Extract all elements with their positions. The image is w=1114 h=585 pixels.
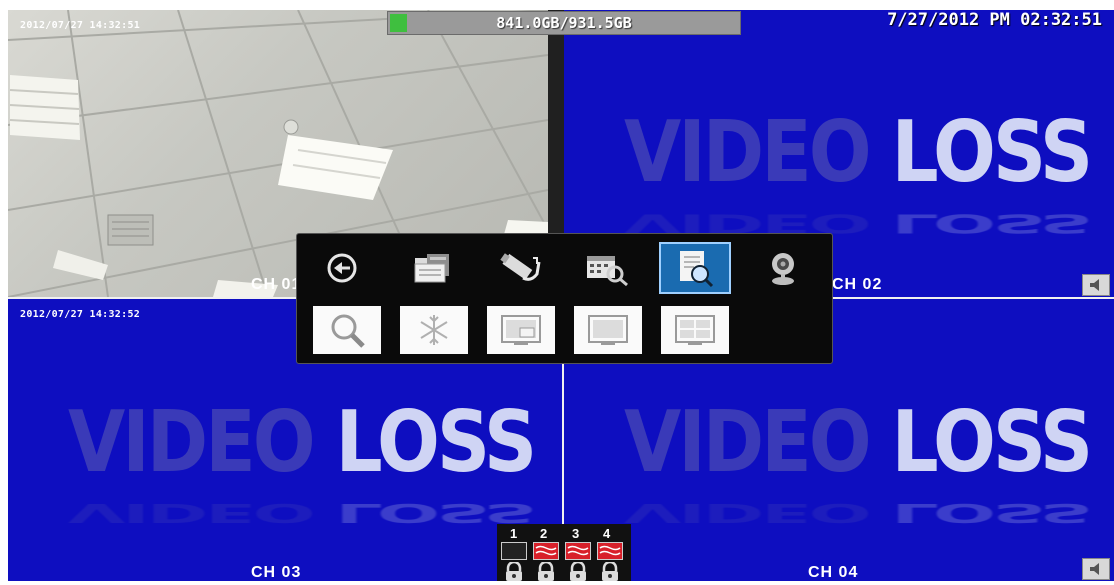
playback-icon[interactable] — [308, 244, 376, 292]
single-view-icon[interactable] — [574, 306, 642, 354]
channel-3-label: CH 03 — [251, 564, 302, 581]
hdd-usage-text: 841.0GB/931.5GB — [496, 14, 632, 32]
camera-loss-icon — [533, 542, 559, 560]
channel-1-label: CH 01 — [251, 276, 302, 293]
folder-icon[interactable] — [397, 244, 465, 292]
channel-4-label: CH 04 — [808, 564, 859, 581]
speaker-icon[interactable] — [1082, 558, 1110, 580]
system-datetime: 7/27/2012 PM 02:32:51 — [887, 10, 1102, 30]
channel-1-timestamp: 2012/07/27 14:32:51 — [20, 20, 141, 31]
webcam-icon[interactable] — [749, 244, 817, 292]
video-loss-text: VIDEO LOSS — [624, 103, 1093, 202]
zoom-icon[interactable] — [313, 306, 381, 354]
camera-ok-icon — [501, 542, 527, 560]
quad-view-icon[interactable] — [661, 306, 729, 354]
channel-3-timestamp: 2012/07/27 14:32:52 — [20, 309, 141, 320]
freeze-icon[interactable] — [400, 306, 468, 354]
pip-icon[interactable] — [487, 306, 555, 354]
video-loss-reflection: VIDEO LOSS — [68, 497, 535, 529]
usb-backup-icon[interactable] — [485, 244, 553, 292]
lock-icon — [567, 560, 589, 581]
video-loss-text: VIDEO LOSS — [624, 393, 1093, 492]
camera-loss-icon — [597, 542, 623, 560]
quick-menu — [296, 233, 833, 364]
hdd-usage-bar: 841.0GB/931.5GB — [387, 11, 741, 35]
speaker-icon[interactable] — [1082, 274, 1110, 296]
status-channel-number: 1 — [510, 526, 518, 541]
lock-icon — [503, 560, 525, 581]
video-loss-text: VIDEO LOSS — [68, 393, 537, 492]
status-channel-number: 2 — [540, 526, 548, 541]
lock-icon — [535, 560, 557, 581]
lock-icon — [599, 560, 621, 581]
video-loss-reflection: VIDEO LOSS — [624, 497, 1091, 529]
channel-2-label: CH 02 — [832, 276, 883, 293]
schedule-search-icon[interactable] — [573, 244, 641, 292]
camera-loss-icon — [565, 542, 591, 560]
status-channel-number: 3 — [572, 526, 580, 541]
event-search-icon[interactable] — [659, 242, 731, 294]
status-channel-number: 4 — [603, 526, 611, 541]
channel-status-panel: 1 2 3 4 — [497, 524, 631, 581]
